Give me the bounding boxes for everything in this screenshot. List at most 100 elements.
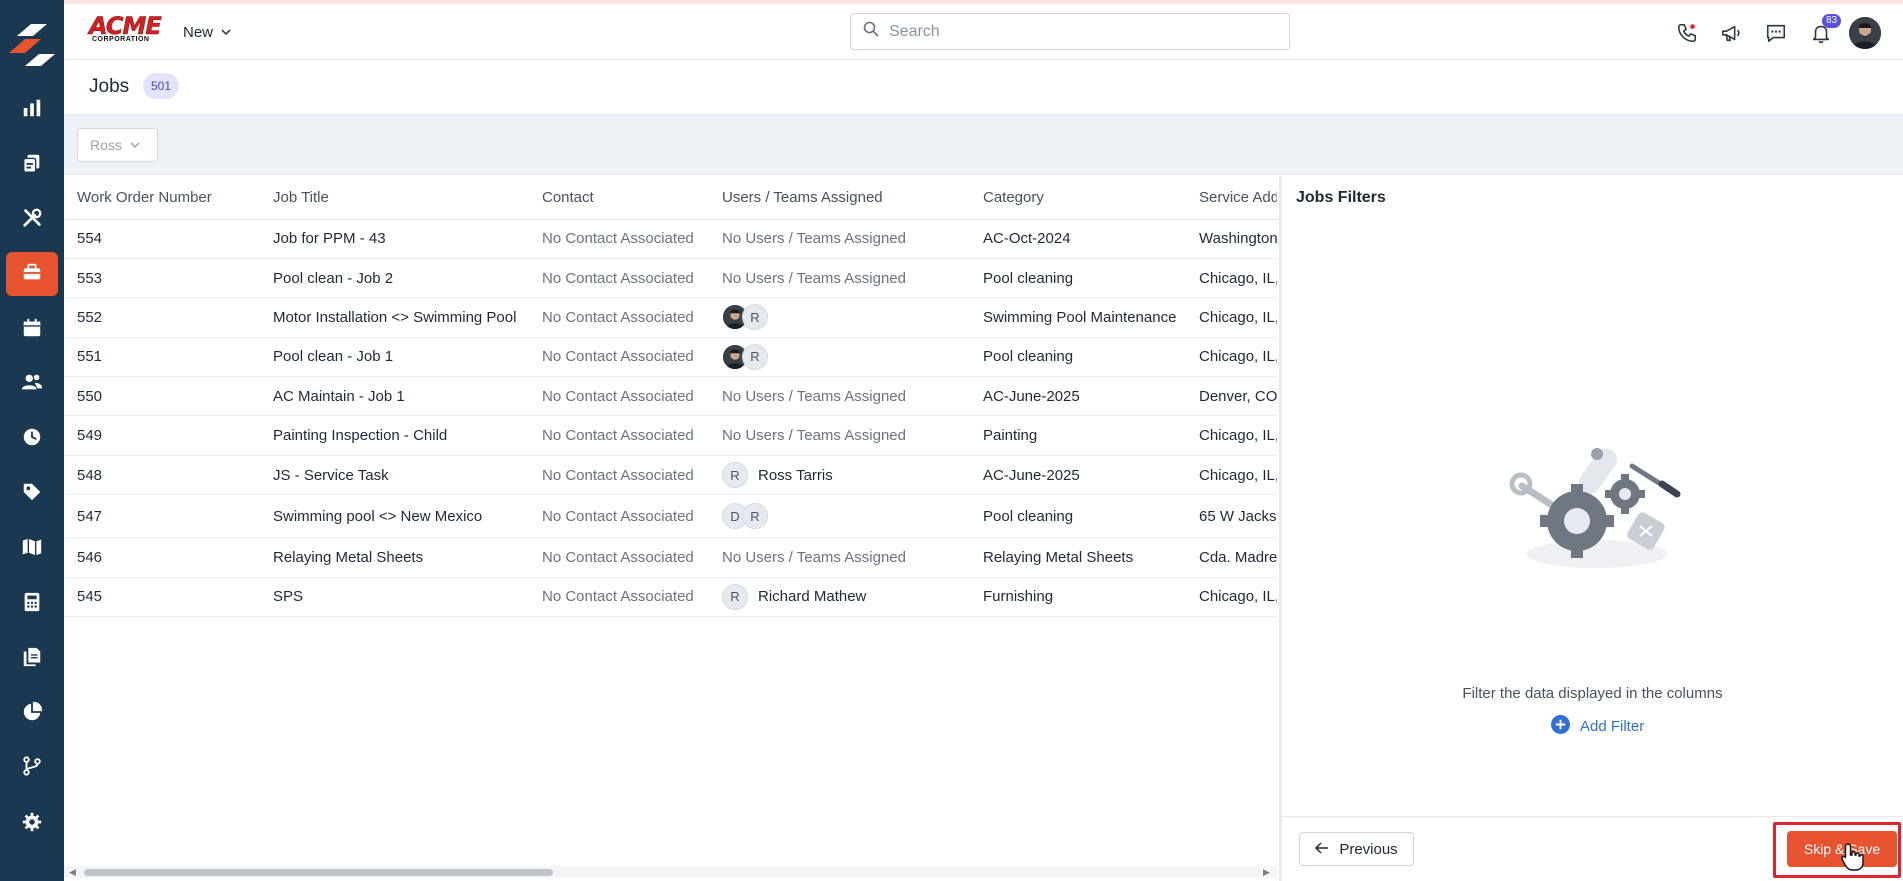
cell-job-title[interactable]: AC Maintain - Job 1 xyxy=(260,376,529,417)
user-filter-dropdown[interactable]: Ross xyxy=(77,128,158,162)
bell-icon[interactable]: 83 xyxy=(1808,14,1842,46)
table-row[interactable]: 551 Pool clean - Job 1 No Contact Associ… xyxy=(64,337,1277,378)
cell-contact: No Contact Associated xyxy=(529,297,709,338)
column-header-assigned[interactable]: Users / Teams Assigned xyxy=(709,176,970,220)
page-title-bar: Jobs 501 xyxy=(64,61,1903,115)
table-header-row: Work Order Number Job Title Contact User… xyxy=(64,176,1277,220)
table-row[interactable]: 550 AC Maintain - Job 1 No Contact Assoc… xyxy=(64,376,1277,417)
add-filter-button[interactable]: Add Filter xyxy=(1551,715,1644,738)
cell-category: Pool cleaning xyxy=(970,258,1186,299)
column-header-service-address[interactable]: Service Address xyxy=(1186,176,1277,220)
megaphone-icon[interactable] xyxy=(1718,20,1744,46)
add-filter-label: Add Filter xyxy=(1580,718,1645,735)
cell-work-order: 552 xyxy=(64,297,260,338)
jobs-table: Work Order Number Job Title Contact User… xyxy=(64,176,1277,618)
app-logo-icon[interactable] xyxy=(9,22,55,68)
sidebar-item-calendar[interactable] xyxy=(6,308,58,352)
cell-assigned: R Ross Tarris xyxy=(709,455,970,496)
cell-job-title[interactable]: Motor Installation <> Swimming Pool xyxy=(260,297,529,338)
assignee-chip[interactable]: R xyxy=(722,583,748,610)
table-row[interactable]: 552 Motor Installation <> Swimming Pool … xyxy=(64,297,1277,338)
gear-icon xyxy=(21,811,43,838)
new-dropdown-button[interactable]: New xyxy=(183,22,231,42)
cell-job-title[interactable]: Pool clean - Job 2 xyxy=(260,258,529,299)
sidebar-item-documents[interactable] xyxy=(6,143,58,187)
search-box[interactable] xyxy=(850,13,1290,50)
table-row[interactable]: 548 JS - Service Task No Contact Associa… xyxy=(64,455,1277,496)
scroll-right-icon[interactable]: ▶ xyxy=(1263,867,1270,878)
arrow-left-icon xyxy=(1315,841,1329,858)
empty-filter-message: Filter the data displayed in the columns xyxy=(1462,685,1723,702)
user-filter-value: Ross xyxy=(90,137,122,153)
tag-icon xyxy=(21,481,43,508)
cell-assigned: R xyxy=(709,297,970,338)
search-input[interactable] xyxy=(889,22,1269,41)
assignee-chip[interactable]: R xyxy=(742,304,768,331)
scrollbar-thumb[interactable] xyxy=(84,869,553,876)
cell-work-order: 553 xyxy=(64,258,260,299)
sidebar-item-jobs[interactable] xyxy=(6,252,58,296)
column-header-work-order[interactable]: Work Order Number xyxy=(64,176,260,220)
cell-category: Relaying Metal Sheets xyxy=(970,537,1186,578)
filter-bar: Ross xyxy=(64,115,1903,175)
cell-contact: No Contact Associated xyxy=(529,537,709,578)
sidebar-item-estimates[interactable] xyxy=(6,582,58,626)
pie-chart-icon xyxy=(21,701,43,728)
sidebar xyxy=(0,0,64,881)
cell-address: Chicago, IL, xyxy=(1186,577,1277,618)
sidebar-item-reports[interactable] xyxy=(6,692,58,736)
horizontal-scrollbar[interactable]: ◀ ▶ xyxy=(64,866,1277,878)
panel-title: Jobs Filters xyxy=(1296,189,1386,206)
documents-icon xyxy=(21,152,43,179)
assignee-name: Richard Mathew xyxy=(758,588,867,606)
scroll-left-icon[interactable]: ◀ xyxy=(69,867,76,878)
workflow-icon xyxy=(21,755,43,782)
cell-job-title[interactable]: Swimming pool <> New Mexico xyxy=(260,494,529,539)
assignee-chip[interactable]: R xyxy=(742,503,768,530)
assignee-name: Ross Tarris xyxy=(758,466,833,484)
sidebar-item-files[interactable] xyxy=(6,637,58,681)
cell-category: AC-June-2025 xyxy=(970,376,1186,417)
cell-category: AC-June-2025 xyxy=(970,455,1186,496)
sidebar-item-map[interactable] xyxy=(6,527,58,571)
sidebar-item-workflows[interactable] xyxy=(6,746,58,790)
previous-button[interactable]: Previous xyxy=(1299,832,1414,866)
assignee-chip[interactable]: R xyxy=(722,462,748,489)
table-row[interactable]: 545 SPS No Contact Associated R Richard … xyxy=(64,577,1277,618)
cell-contact: No Contact Associated xyxy=(529,494,709,539)
column-header-job-title[interactable]: Job Title xyxy=(260,176,529,220)
cell-category: Pool cleaning xyxy=(970,494,1186,539)
table-row[interactable]: 546 Relaying Metal Sheets No Contact Ass… xyxy=(64,537,1277,578)
column-header-contact[interactable]: Contact xyxy=(529,176,709,220)
page-title: Jobs xyxy=(89,76,130,97)
table-row[interactable]: 554 Job for PPM - 43 No Contact Associat… xyxy=(64,219,1277,259)
table-row[interactable]: 549 Painting Inspection - Child No Conta… xyxy=(64,415,1277,456)
sidebar-item-pricing[interactable] xyxy=(6,472,58,516)
jobs-table-container: Work Order Number Job Title Contact User… xyxy=(64,176,1277,866)
chat-icon[interactable] xyxy=(1763,20,1789,46)
sidebar-item-settings[interactable] xyxy=(6,802,58,846)
files-icon xyxy=(21,646,43,673)
cell-job-title[interactable]: JS - Service Task xyxy=(260,455,529,496)
cell-assigned: No Users / Teams Assigned xyxy=(709,376,970,417)
sidebar-item-users[interactable] xyxy=(6,362,58,406)
cell-contact: No Contact Associated xyxy=(529,455,709,496)
assignee-chip[interactable]: R xyxy=(742,343,768,370)
sidebar-item-tools[interactable] xyxy=(6,198,58,242)
column-header-category[interactable]: Category xyxy=(970,176,1186,220)
cell-job-title[interactable]: Relaying Metal Sheets xyxy=(260,537,529,578)
table-row[interactable]: 547 Swimming pool <> New Mexico No Conta… xyxy=(64,494,1277,539)
cell-job-title[interactable]: Job for PPM - 43 xyxy=(260,219,529,259)
user-avatar[interactable] xyxy=(1849,17,1881,49)
chevron-down-icon xyxy=(130,137,140,153)
brand-logo[interactable]: ACME CORPORATION xyxy=(89,14,162,48)
sidebar-item-dashboard[interactable] xyxy=(6,88,58,132)
cell-job-title[interactable]: Pool clean - Job 1 xyxy=(260,337,529,378)
cell-job-title[interactable]: Painting Inspection - Child xyxy=(260,415,529,456)
table-row[interactable]: 553 Pool clean - Job 2 No Contact Associ… xyxy=(64,258,1277,299)
phone-icon[interactable] xyxy=(1674,20,1700,46)
sidebar-item-time[interactable] xyxy=(6,417,58,461)
map-icon xyxy=(21,536,43,563)
cell-job-title[interactable]: SPS xyxy=(260,577,529,618)
notification-count-badge: 83 xyxy=(1822,14,1842,28)
